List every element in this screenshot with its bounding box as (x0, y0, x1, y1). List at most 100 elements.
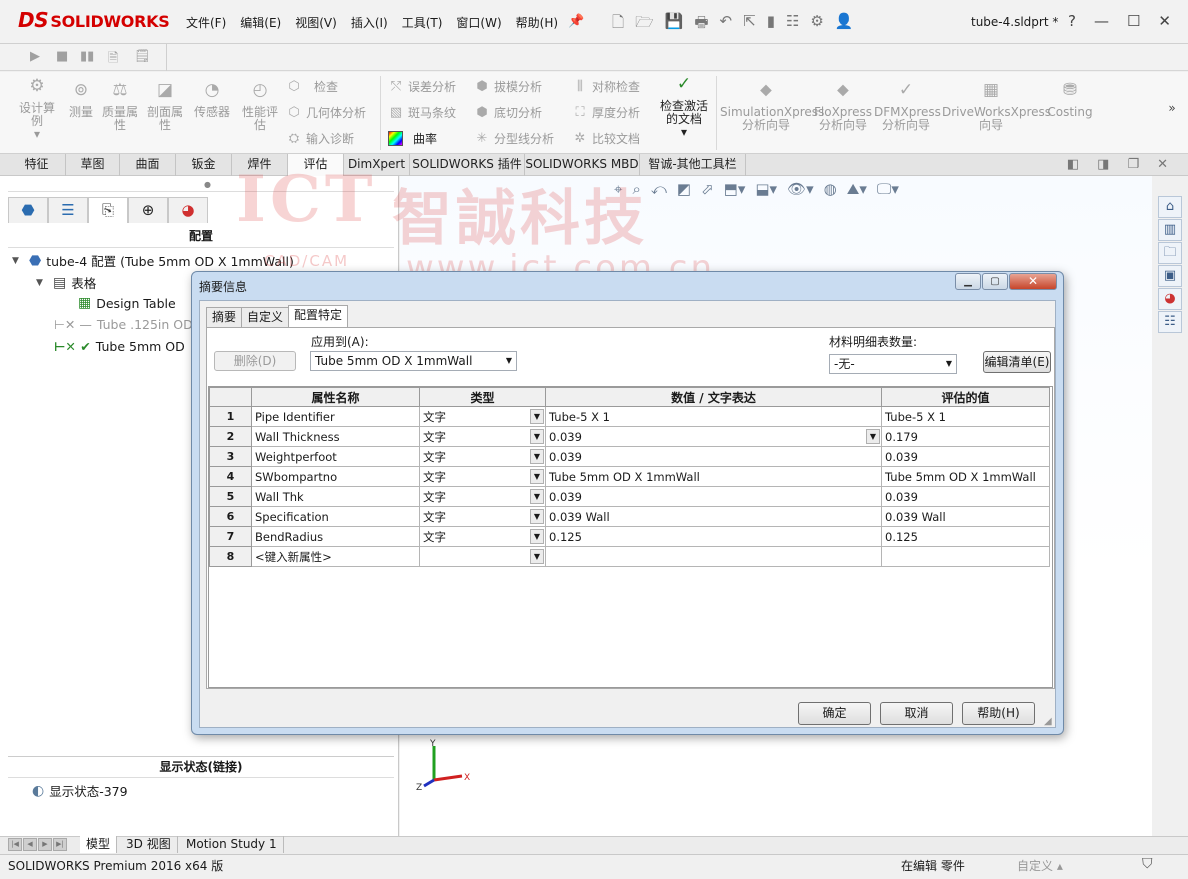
draft-analysis-button[interactable]: ⬢ 拔模分析 (474, 77, 542, 95)
chevron-down-icon[interactable]: ▼ (530, 509, 544, 524)
costing-button[interactable]: ⛃ Costing (1044, 82, 1096, 119)
measure-button[interactable]: ⊚ 测量 (64, 82, 98, 119)
value-dropdown-chevron-icon[interactable]: ▼ (866, 429, 880, 444)
pause-macro-icon[interactable]: ▮▮ (80, 49, 94, 64)
design-study-button[interactable]: ⚙ 设计算例 ▾ (14, 78, 60, 141)
new-property-cell[interactable]: <键入新属性> (251, 546, 420, 567)
row-number[interactable]: 2 (209, 426, 252, 447)
collapse-arrow-icon[interactable]: ▼ (36, 278, 48, 288)
tab-sheet-metal[interactable]: 钣金 (176, 154, 232, 176)
design-library-icon[interactable]: ▥ (1158, 219, 1182, 241)
dfmxpress-button[interactable]: ✓ DFMXpress 分析向导 (874, 82, 941, 132)
undercut-analysis-button[interactable]: ⬢ 底切分析 (474, 103, 542, 121)
tree-config-tube-5mm[interactable]: ⊢✕ ✔ Tube 5mm OD (54, 339, 185, 354)
section-view-icon[interactable]: ◩ (677, 180, 691, 198)
deviation-analysis-button[interactable]: ⤲ 误差分析 (388, 77, 456, 95)
section-properties-button[interactable]: ◪ 剖面属性 (144, 82, 186, 132)
floxpress-button[interactable]: ⬥ FloXpress 分析向导 (814, 82, 872, 132)
resize-grip-icon[interactable]: ◢ (1044, 716, 1052, 727)
dimxpertmanager-tab-icon[interactable]: ⊕ (128, 197, 168, 223)
tile-right-icon[interactable]: ◨ (1097, 157, 1109, 172)
chevron-down-icon[interactable]: ▼ (530, 449, 544, 464)
close-icon[interactable]: ✕ (1158, 12, 1171, 30)
hide-show-icon[interactable]: 👁▾ (787, 180, 814, 198)
new-document-icon[interactable]: 🗋 (612, 12, 624, 37)
menu-help[interactable]: 帮助(H) (516, 14, 558, 31)
configurationmanager-tab-icon[interactable]: ⎘ (88, 197, 128, 223)
tab-surfaces[interactable]: 曲面 (120, 154, 176, 176)
dynamic-annotation-icon[interactable]: ⬀ (701, 180, 714, 198)
value-cell[interactable]: 0.039 (545, 446, 882, 467)
file-properties-icon[interactable]: ☷ (786, 12, 799, 37)
solidworks-resources-icon[interactable]: ⌂ (1158, 196, 1182, 218)
type-cell[interactable]: 文字 ▼ (419, 506, 546, 527)
performance-evaluation-button[interactable]: ◴ 性能评估 (238, 82, 282, 132)
import-diagnostics-button[interactable]: ⛭ 输入诊断 (286, 129, 354, 147)
tab-summary[interactable]: 摘要 (206, 307, 243, 327)
chevron-down-icon[interactable]: ▼ (530, 529, 544, 544)
help-icon[interactable]: ? (1068, 12, 1076, 30)
tab-features[interactable]: 特征 (8, 154, 66, 176)
undo-icon[interactable]: ↶ (720, 12, 733, 37)
column-header-property-name[interactable]: 属性名称 (251, 387, 420, 407)
menu-window[interactable]: 窗口(W) (456, 14, 501, 31)
type-cell[interactable]: ▼ (419, 546, 546, 567)
run-macro-icon[interactable]: ▶ (30, 49, 40, 64)
tab-3d-views[interactable]: 3D 视图 (120, 836, 178, 853)
tab-zhicheng-tools[interactable]: 智诚-其他工具栏 (640, 154, 746, 176)
column-header-value[interactable]: 数值 / 文字表达 (545, 387, 882, 407)
previous-view-icon[interactable]: ⤺ (651, 180, 667, 198)
chevron-down-icon[interactable]: ▼ (530, 549, 544, 564)
stop-macro-icon[interactable]: ■ (56, 49, 68, 64)
row-number[interactable]: 5 (209, 486, 252, 507)
restore-icon[interactable]: ❐ (1127, 157, 1139, 172)
view-settings-icon[interactable]: 🖵▾ (877, 180, 899, 198)
edit-list-button[interactable]: 编辑清单(E) (983, 351, 1051, 373)
value-cell[interactable]: 0.125 (545, 526, 882, 547)
appearances-icon[interactable]: ◕ (1158, 288, 1182, 310)
select-arrow-icon[interactable]: ⇱ (743, 12, 756, 37)
display-style-icon[interactable]: ⬓▾ (755, 180, 777, 198)
compare-documents-button[interactable]: ✲ 比较文档 (572, 129, 640, 147)
sensor-button[interactable]: ◔ 传感器 (190, 82, 234, 119)
symmetry-check-button[interactable]: ⫼ 对称检查 (572, 77, 640, 95)
chevron-down-icon[interactable]: ▼ (530, 429, 544, 444)
apply-to-select[interactable]: Tube 5mm OD X 1mmWall ▼ (310, 351, 517, 371)
tab-model[interactable]: 模型 (80, 836, 118, 853)
zebra-stripes-button[interactable]: ▧ 斑马条纹 (388, 103, 456, 121)
row-number[interactable]: 4 (209, 466, 252, 487)
simulationxpress-button[interactable]: ⬥ SimulationXpress 分析向导 (720, 82, 824, 132)
chevron-down-icon[interactable]: ▼ (530, 409, 544, 424)
row-number[interactable]: 1 (209, 406, 252, 427)
property-name-cell[interactable]: Weightperfoot (251, 446, 420, 467)
save-icon[interactable]: 💾 (665, 12, 684, 37)
tile-left-icon[interactable]: ◧ (1067, 157, 1079, 172)
row-number[interactable]: 8 (209, 546, 252, 567)
help-button[interactable]: 帮助(H) (962, 702, 1035, 725)
document-close-icon[interactable]: ✕ (1157, 157, 1168, 172)
chevron-down-icon[interactable]: ▼ (530, 489, 544, 504)
tab-sketch[interactable]: 草图 (66, 154, 120, 176)
tree-node-design-table[interactable]: ▦ Design Table (78, 295, 176, 311)
next-tab-icon[interactable]: ▶ (38, 838, 52, 851)
open-folder-icon[interactable]: 🗁 (635, 12, 654, 37)
tree-root-configurations[interactable]: ▼ ⬣ tube-4 配置 (Tube 5mm OD X 1mmWall) (12, 251, 294, 270)
custom-properties-icon[interactable]: ☷ (1158, 311, 1182, 333)
property-name-cell[interactable]: BendRadius (251, 526, 420, 547)
dialog-maximize-icon[interactable]: ▢ (982, 273, 1008, 290)
print-icon[interactable]: 🖶 (694, 12, 708, 37)
options-gear-icon[interactable]: ⚙ (810, 12, 823, 37)
geometry-analysis-button[interactable]: ⬡ 几何体分析 (286, 103, 366, 121)
check-active-document-button[interactable]: ✓ 检查激活的文档 ▾ (656, 76, 712, 139)
apply-scene-icon[interactable]: ⛰▾ (847, 180, 867, 198)
menu-tools[interactable]: 工具(T) (402, 14, 443, 31)
row-number[interactable]: 6 (209, 506, 252, 527)
view-palette-icon[interactable]: ▣ (1158, 265, 1182, 287)
type-cell[interactable]: 文字 ▼ (419, 406, 546, 427)
displaymanager-tab-icon[interactable]: ◕ (168, 197, 208, 223)
rebuild-icon[interactable]: ▮ (767, 12, 775, 37)
view-orientation-icon[interactable]: ⬒▾ (724, 180, 746, 198)
type-cell[interactable]: 文字 ▼ (419, 526, 546, 547)
bom-quantity-select[interactable]: -无- ▼ (829, 354, 957, 374)
delete-button[interactable]: 删除(D) (214, 351, 296, 371)
